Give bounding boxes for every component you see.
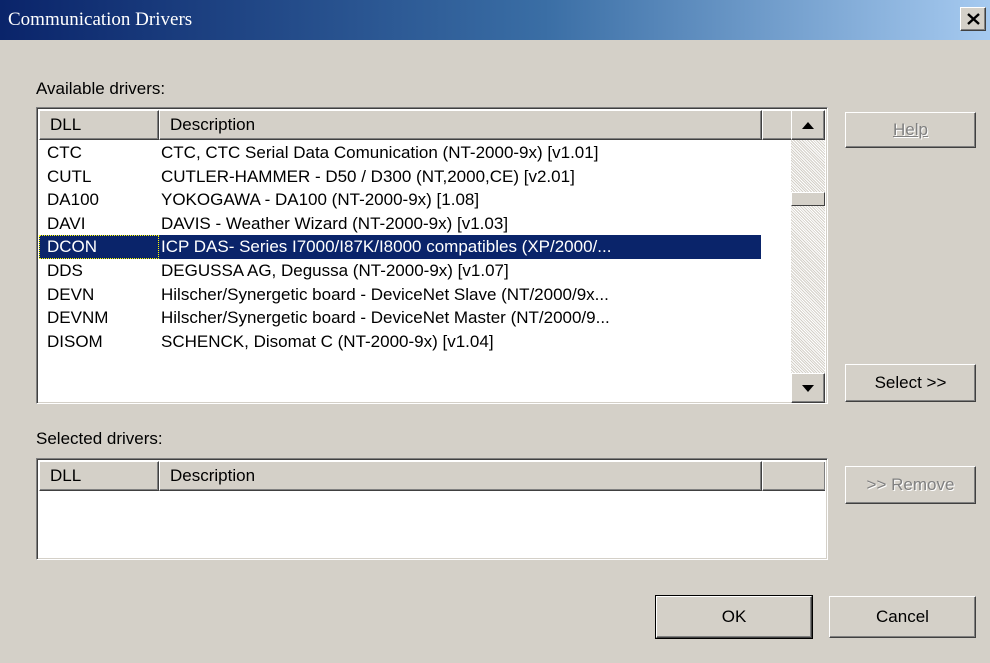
window-title: Communication Drivers — [8, 9, 193, 30]
driver-dll: DEVN — [47, 284, 95, 304]
selected-column-header-description[interactable]: Description — [159, 461, 762, 491]
selected-drivers-label: Selected drivers: — [36, 429, 163, 448]
driver-dll: DCON — [39, 235, 159, 259]
ok-button[interactable]: OK — [655, 595, 813, 639]
remove-button[interactable]: >> Remove — [845, 466, 976, 504]
driver-description: Hilscher/Synergetic board - DeviceNet Ma… — [161, 308, 610, 328]
driver-row-devn[interactable]: DEVN Hilscher/Synergetic board - DeviceNe… — [39, 283, 761, 307]
selected-drivers-list[interactable]: DLL Description — [36, 458, 828, 560]
driver-description: YOKOGAWA - DA100 (NT-2000-9x) [1.08] — [161, 190, 480, 210]
selected-column-header-filler — [762, 461, 825, 491]
scroll-track[interactable] — [791, 140, 825, 373]
help-button[interactable]: Help — [845, 112, 976, 148]
available-rows: CTC CTC, CTC Serial Data Comunication (NT… — [39, 141, 761, 353]
scroll-up-button[interactable] — [791, 110, 825, 140]
cancel-button-label: Cancel — [876, 607, 929, 626]
driver-dll: DISOM — [47, 331, 103, 351]
available-drivers-label: Available drivers: — [36, 79, 166, 98]
column-header-description[interactable]: Description — [159, 110, 762, 140]
driver-row-devnm[interactable]: DEVNM Hilscher/Synergetic board - DeviceN… — [39, 306, 761, 330]
driver-description: CUTLER-HAMMER - D50 / D300 (NT,2000,CE) … — [161, 166, 575, 186]
available-list-header: DLL Description — [39, 110, 793, 140]
available-drivers-list[interactable]: DLL Description CTC CTC, CTC Serial Data … — [36, 107, 828, 404]
driver-description: DAVIS - Weather Wizard (NT-2000-9x) [v1.… — [161, 213, 509, 233]
column-header-filler — [762, 110, 793, 140]
driver-dll: DDS — [47, 260, 83, 280]
driver-dll: DAVI — [47, 213, 86, 233]
driver-row-ctc[interactable]: CTC CTC, CTC Serial Data Comunication (NT… — [39, 141, 761, 165]
ok-button-label: OK — [721, 607, 747, 626]
scroll-up-arrow-icon — [802, 121, 814, 129]
close-button[interactable] — [960, 7, 986, 31]
remove-button-label: >> Remove — [866, 475, 955, 494]
select-button-label: Select >> — [874, 373, 947, 392]
driver-dll: DEVNM — [47, 308, 109, 328]
driver-dll: CUTL — [47, 166, 92, 186]
select-button[interactable]: Select >> — [845, 364, 976, 402]
help-button-label: Help — [893, 120, 928, 139]
scroll-down-button[interactable] — [791, 373, 825, 403]
available-vertical-scrollbar[interactable] — [791, 110, 825, 403]
cancel-button[interactable]: Cancel — [829, 596, 976, 638]
driver-dll: DA100 — [47, 190, 99, 210]
driver-description: CTC, CTC Serial Data Comunication (NT-20… — [161, 143, 599, 162]
driver-row-cutl[interactable]: CUTL CUTLER-HAMMER - D50 / D300 (NT,2000,… — [39, 165, 761, 189]
selected-column-header-dll[interactable]: DLL — [39, 461, 159, 491]
driver-row-dds[interactable]: DDS DEGUSSA AG, Degussa (NT-2000-9x) [v1.… — [39, 259, 761, 283]
close-icon — [966, 13, 980, 25]
driver-description: DEGUSSA AG, Degussa (NT-2000-9x) [v1.07] — [161, 260, 509, 280]
driver-description: Hilscher/Synergetic board - DeviceNet Sl… — [161, 284, 609, 304]
driver-description: SCHENCK, Disomat C (NT-2000-9x) [v1.04] — [161, 331, 494, 351]
driver-row-da100[interactable]: DA100 YOKOGAWA - DA100 (NT-2000-9x) [1.08… — [39, 188, 761, 212]
scroll-down-arrow-icon — [802, 384, 814, 392]
driver-row-disom[interactable]: DISOM SCHENCK, Disomat C (NT-2000-9x) [v1… — [39, 330, 761, 354]
driver-row-dcon[interactable]: DCON ICP DAS- Series I7000/I87K/I8000 com… — [39, 235, 761, 259]
column-header-dll[interactable]: DLL — [39, 110, 159, 140]
scroll-thumb[interactable] — [791, 192, 825, 206]
selected-list-header: DLL Description — [39, 461, 825, 491]
driver-dll: CTC — [47, 143, 82, 162]
driver-description: ICP DAS- Series I7000/I87K/I8000 compati… — [159, 235, 761, 259]
title-bar[interactable]: Communication Drivers — [0, 0, 990, 40]
driver-row-davi[interactable]: DAVI DAVIS - Weather Wizard (NT-2000-9x) … — [39, 212, 761, 236]
